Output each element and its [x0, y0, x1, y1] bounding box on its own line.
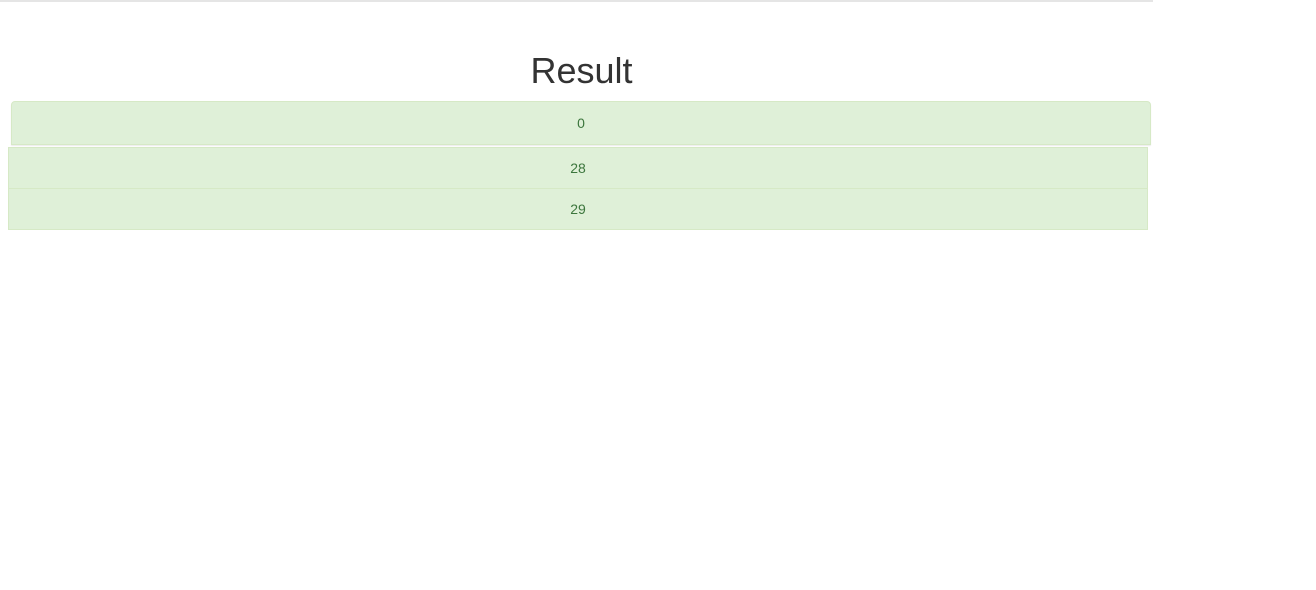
result-panel-value: 0 [577, 115, 585, 131]
list-item[interactable]: 29 [8, 188, 1148, 230]
page-title: Result [530, 50, 633, 91]
top-divider [0, 0, 1153, 2]
list-item[interactable]: 28 [8, 147, 1148, 188]
result-panel: 0 [11, 101, 1151, 145]
results-list: 28 29 [8, 147, 1148, 230]
